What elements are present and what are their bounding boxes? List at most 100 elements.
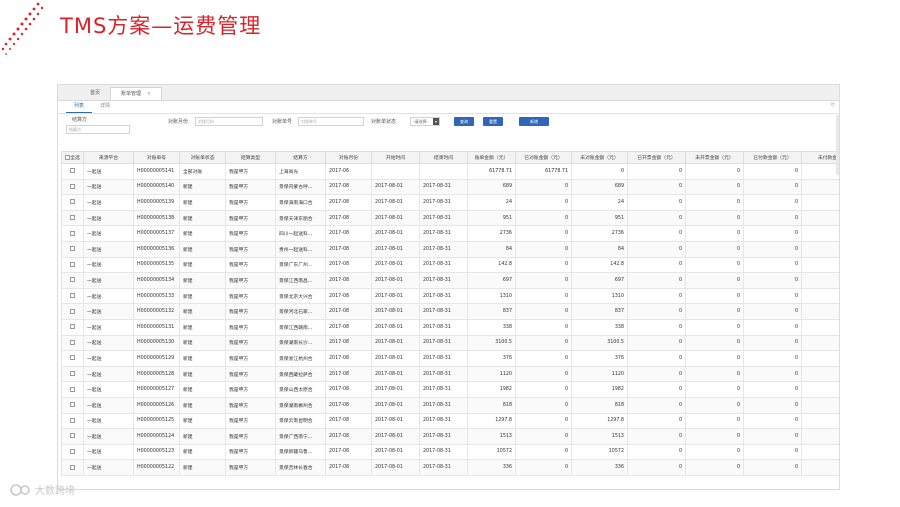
table-cell: 3100.5	[467, 334, 516, 352]
row-checkbox[interactable]	[70, 402, 75, 408]
row-checkbox[interactable]	[70, 308, 75, 314]
table-row[interactable]: 一起送 H00000005134 新建 我是甲方 景保江西南昌... 2017-08 201…	[61, 272, 839, 289]
table-cell: 我是甲方	[225, 396, 276, 414]
table-cell: 0	[743, 194, 802, 211]
table-row[interactable]: 一起送 H00000005126 新建 我是甲方 景保湖南郴州合 2017-08 2017-…	[61, 396, 839, 414]
table-cell: 0	[627, 240, 686, 258]
tab-bill-management[interactable]: 账单管理 ×	[110, 87, 163, 101]
table-cell: 2017-08	[325, 287, 372, 305]
sub-tabs: 列表 详情	[58, 101, 839, 114]
table-cell: 1310	[467, 287, 516, 305]
row-checkbox[interactable]	[70, 371, 75, 377]
table-cell: 一起送	[83, 459, 134, 476]
carrier-input[interactable]: 结算方	[66, 125, 130, 134]
table-row[interactable]: 一起送 H00000005140 新建 我是甲方 景保内蒙古呼... 2017-08 201…	[61, 178, 839, 196]
table-cell: H00000005128	[133, 365, 180, 383]
filter-bar: 结算方 结算方 对账月份 对账月份 对账单号 对账单号 对账单状态 -请选择- …	[58, 114, 839, 144]
row-checkbox[interactable]	[70, 293, 75, 299]
row-select-cell	[61, 209, 84, 227]
reset-button[interactable]: 重置	[483, 117, 503, 126]
table-row[interactable]: 一起送 H00000005135 新建 我是甲方 景保广东广州... 2017-08 201…	[61, 256, 839, 274]
tab-list[interactable]: 列表	[66, 101, 93, 113]
table-cell: 一起送	[83, 163, 134, 180]
row-checkbox[interactable]	[70, 183, 75, 189]
row-checkbox[interactable]	[70, 339, 75, 345]
row-checkbox[interactable]	[70, 355, 75, 361]
table-cell: H00000005138	[133, 209, 180, 227]
table-row[interactable]: 一起送 H00000005137 新建 我是甲方 四川一起送科... 2017-08 201…	[61, 225, 839, 242]
month-input[interactable]: 对账月份	[195, 117, 263, 126]
row-checkbox[interactable]	[70, 386, 75, 392]
status-select[interactable]: -请选择- ▾	[410, 117, 440, 126]
row-checkbox[interactable]	[70, 417, 75, 423]
table-row[interactable]: 一起送 H00000005132 新建 我是甲方 景保河北石家... 2017-08 201…	[61, 303, 839, 320]
table-row[interactable]: 一起送 H00000005139 新建 我是甲方 景保海南海口合 2017-08 2017-…	[61, 194, 839, 211]
table-cell: 景保广西南宁...	[275, 428, 326, 445]
table-row[interactable]: 一起送 H00000005123 新建 我是甲方 景保新疆乌鲁... 2017-08 201…	[61, 443, 839, 461]
table-cell: 0	[685, 350, 744, 367]
table-cell: 我是甲方	[225, 178, 276, 196]
table-cell: 0	[743, 459, 802, 476]
row-checkbox[interactable]	[70, 215, 75, 221]
row-checkbox[interactable]	[70, 230, 75, 236]
row-checkbox[interactable]	[70, 433, 75, 439]
table-cell: 689	[467, 178, 516, 196]
close-icon[interactable]: ×	[147, 88, 151, 101]
table-row[interactable]: 一起送 H00000005124 新建 我是甲方 景保广西南宁... 2017-08 201…	[61, 428, 839, 445]
table-row[interactable]: 一起送 H00000005138 新建 我是甲方 景保天津东丽合 2017-08 2017-…	[61, 209, 839, 227]
table-cell: 新建	[179, 303, 226, 320]
table-cell: 景保山西太原合	[275, 381, 326, 398]
row-checkbox[interactable]	[70, 246, 75, 252]
table-cell: 0	[685, 209, 744, 227]
tab-home[interactable]: 首页	[80, 87, 110, 100]
app-window: 首页 账单管理 × ⟳ 列表 详情 结算方 结算方 对账月份 对账月份 对账单号…	[57, 84, 840, 490]
table-row[interactable]: 一起送 H00000005122 新建 我是甲方 景保吉林长春合 2017-08 2017-…	[61, 459, 839, 476]
table-cell: 837	[571, 303, 628, 320]
bill-no-input[interactable]: 对账单号	[298, 117, 364, 126]
table-row[interactable]: 一起送 H00000005136 新建 我是甲方 贵州一起送科... 2017-08 201…	[61, 240, 839, 258]
new-button[interactable]: 新增	[519, 117, 549, 126]
table-cell: 景保新疆乌鲁...	[275, 443, 326, 461]
table-row[interactable]: 一起送 H00000005125 新建 我是甲方 景保云南昆明合 2017-08 2017-…	[61, 412, 839, 430]
tab-detail[interactable]: 详情	[92, 101, 118, 113]
table-cell: 2017-08	[325, 225, 372, 242]
select-all-header[interactable]: 全选	[61, 151, 84, 164]
table-cell: 2017-08-31	[419, 334, 468, 352]
table-cell: 一起送	[83, 412, 134, 430]
table-row[interactable]: 一起送 H00000005133 新建 我是甲方 景保北京大兴合 2017-08 2017-…	[61, 287, 839, 305]
row-select-cell	[61, 350, 84, 367]
table-cell: 2017-08-31	[419, 396, 468, 414]
row-checkbox[interactable]	[70, 168, 75, 174]
table-cell: 1982	[467, 381, 516, 398]
table-cell: 0	[743, 443, 802, 461]
table-row[interactable]: 一起送 H00000005130 新建 我是甲方 景保湖南长沙... 2017-08 201…	[61, 334, 839, 352]
row-checkbox[interactable]	[70, 261, 75, 267]
table-cell: H00000005131	[133, 318, 180, 336]
refresh-icon[interactable]: ⟳	[831, 102, 835, 108]
table-cell: 0	[515, 428, 572, 445]
row-checkbox[interactable]	[70, 324, 75, 330]
table-row[interactable]: 一起送 H00000005131 新建 我是甲方 景保江西赣南... 2017-08 201…	[61, 318, 839, 336]
table-cell: 2017-08	[325, 381, 372, 398]
row-checkbox[interactable]	[70, 199, 75, 205]
column-header: 结算方	[275, 151, 326, 164]
table-cell: 新建	[179, 350, 226, 367]
table-row[interactable]: 一起送 H00000005129 新建 我是甲方 景保浙江杭州合 2017-08 2017-…	[61, 350, 839, 367]
table-row[interactable]: 一起送 H00000005141 全部对账 我是甲方 上海尚光 2017-06 61778.…	[61, 163, 839, 180]
table-cell: 0	[515, 272, 572, 289]
table-cell: 0	[743, 365, 802, 383]
table-cell: 142.8	[571, 256, 628, 274]
row-checkbox[interactable]	[70, 448, 75, 454]
search-button[interactable]: 查询	[454, 117, 474, 126]
table-cell: 0	[627, 225, 686, 242]
table-cell: 1120	[467, 365, 516, 383]
table-row[interactable]: 一起送 H00000005127 新建 我是甲方 景保山西太原合 2017-08 2017-…	[61, 381, 839, 398]
scrollbar[interactable]	[836, 115, 839, 175]
table-row[interactable]: 一起送 H00000005128 新建 我是甲方 景保西藏拉萨合 2017-08 2017-…	[61, 365, 839, 383]
table-cell: 2017-08-01	[371, 318, 420, 336]
row-checkbox[interactable]	[70, 464, 75, 470]
table-cell: H00000005132	[133, 303, 180, 320]
row-select-cell	[61, 163, 84, 180]
row-checkbox[interactable]	[70, 277, 75, 283]
row-select-cell	[61, 303, 84, 320]
